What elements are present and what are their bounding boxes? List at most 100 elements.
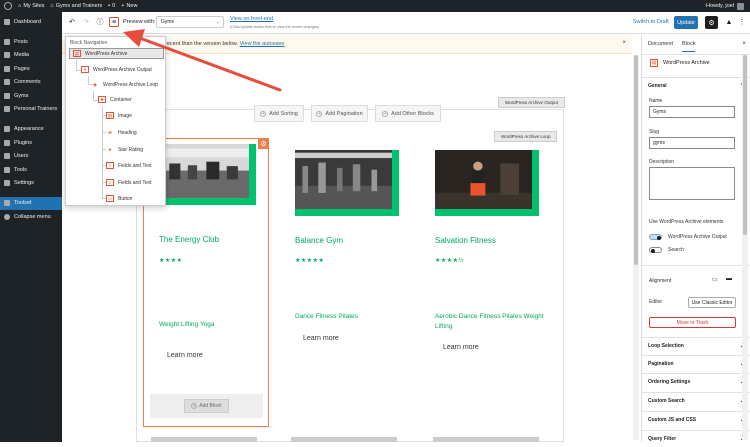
redo-button[interactable]: ↷ bbox=[81, 17, 91, 27]
wordpress-logo-icon[interactable] bbox=[4, 2, 12, 10]
gym-image bbox=[151, 437, 257, 442]
sidebar-item-gyms[interactable]: Gyms bbox=[0, 89, 62, 102]
gym-image[interactable] bbox=[295, 150, 399, 216]
media-icon bbox=[4, 52, 10, 59]
nav-item-fields-and-text[interactable]: ≡ Fields and Text bbox=[106, 160, 152, 171]
close-icon[interactable]: × bbox=[742, 41, 746, 47]
gym-photo bbox=[295, 150, 392, 209]
gym-card[interactable]: Salvation Fitness ★★★★½ Aerobic Dance Fi… bbox=[427, 138, 553, 358]
new-content-link[interactable]: + New bbox=[121, 3, 137, 9]
undo-button[interactable]: ↶ bbox=[67, 17, 77, 27]
sidebar-item-media[interactable]: Media bbox=[0, 49, 62, 62]
fields-block-icon: ≡ bbox=[106, 162, 114, 169]
nav-item-star-rating[interactable]: ★ Star Rating bbox=[106, 144, 143, 155]
sidebar-item-settings[interactable]: Settings bbox=[0, 176, 62, 189]
align-none-icon[interactable]: ▭ bbox=[712, 276, 718, 283]
gym-card[interactable]: Balance Gym ★★★★★ Dance Fitness Pilates … bbox=[287, 138, 413, 358]
archive-output-toggle[interactable] bbox=[649, 234, 662, 240]
section-custom-search[interactable]: Custom Search⌄ bbox=[642, 392, 750, 409]
wrench-icon bbox=[4, 166, 10, 173]
view-frontend-link[interactable]: View on front-end bbox=[230, 16, 273, 22]
gear-icon: ⚙ bbox=[708, 19, 715, 27]
sidebar-item-users[interactable]: Users bbox=[0, 150, 62, 163]
section-custom-js-css[interactable]: Custom JS and CSS⌄ bbox=[642, 411, 750, 428]
tab-document[interactable]: Document bbox=[648, 41, 673, 47]
slug-field[interactable]: gyms bbox=[649, 137, 735, 149]
nav-item-archive-loop[interactable]: ◉ WordPress Archive Loop bbox=[91, 79, 158, 90]
gym-image[interactable] bbox=[435, 150, 539, 216]
nav-item-archive-output[interactable]: ▾ WordPress Archive Output bbox=[81, 64, 152, 75]
align-wide-icon[interactable]: ▬ bbox=[726, 276, 732, 282]
add-other-blocks-button[interactable]: + Add Other Blocks bbox=[375, 105, 441, 122]
switch-to-draft-button[interactable]: Switch to Draft bbox=[633, 19, 669, 25]
learn-more-button[interactable]: Learn more bbox=[167, 352, 203, 359]
add-block-button[interactable]: + Add Block bbox=[184, 399, 229, 413]
plus-icon: + bbox=[260, 110, 267, 117]
sidebar-item-toolset[interactable]: Toolset bbox=[0, 196, 62, 211]
canvas-scrollbar[interactable] bbox=[633, 55, 639, 440]
toolset-icon: ▲ bbox=[725, 18, 733, 26]
house-icon: ⌂ bbox=[18, 3, 22, 9]
archive-output-tag[interactable]: WordPress Archive Output bbox=[498, 97, 565, 108]
move-to-trash-button[interactable]: Move to Trash bbox=[649, 317, 736, 328]
section-loop-selection[interactable]: Loop Selection⌄ bbox=[642, 337, 750, 354]
add-sorting-button[interactable]: + Add Sorting bbox=[254, 105, 304, 122]
sidebar-item-comments[interactable]: Comments bbox=[0, 76, 62, 89]
more-options-button[interactable]: ⋮ bbox=[737, 17, 747, 27]
add-pagination-button[interactable]: + Add Pagination bbox=[311, 105, 368, 122]
plus-icon: + bbox=[316, 110, 323, 117]
section-query-filter[interactable]: Query Filter⌄ bbox=[642, 430, 750, 447]
archive-block-icon: ▤ bbox=[650, 59, 658, 67]
gym-image[interactable] bbox=[160, 144, 256, 205]
sidebar-scrollbar[interactable] bbox=[742, 55, 748, 440]
sidebar-item-tools[interactable]: Tools bbox=[0, 163, 62, 176]
search-toggle[interactable] bbox=[649, 247, 662, 253]
output-block-icon: ▾ bbox=[81, 66, 89, 73]
image-block-icon: ▨ bbox=[106, 112, 114, 119]
sidebar-item-posts[interactable]: Posts bbox=[0, 35, 62, 48]
gym-tags: Aerobic Dance Fitness Pilates Weight Lif… bbox=[435, 313, 544, 330]
section-general[interactable]: General⌃ bbox=[642, 77, 750, 94]
nav-item-wordpress-archive[interactable]: ▤ WordPress Archive bbox=[69, 48, 164, 59]
info-button[interactable]: ⓘ bbox=[95, 17, 105, 27]
fields-block-icon: ≡ bbox=[106, 179, 114, 186]
use-classic-editor-button[interactable]: Use Classic Editor bbox=[688, 297, 736, 308]
learn-more-button[interactable]: Learn more bbox=[443, 344, 479, 351]
site-name-link[interactable]: ⌂ Gyms and Trainers bbox=[50, 3, 102, 9]
nav-item-heading[interactable]: H Heading bbox=[106, 127, 136, 138]
sidebar-item-appearance[interactable]: Appearance bbox=[0, 123, 62, 136]
gear-icon[interactable]: ⚙ bbox=[258, 138, 269, 149]
sidebar-item-pages[interactable]: Pages bbox=[0, 62, 62, 75]
learn-more-button[interactable]: Learn more bbox=[303, 335, 339, 342]
close-icon[interactable]: × bbox=[622, 40, 626, 46]
toolset-icon bbox=[4, 200, 10, 207]
comments-link[interactable]: ▪ 0 bbox=[108, 3, 115, 9]
update-button[interactable]: Update bbox=[674, 16, 698, 29]
my-sites-link[interactable]: ⌂ My Sites bbox=[18, 3, 44, 9]
block-navigation-button[interactable]: ≡ bbox=[109, 17, 119, 27]
nav-item-button[interactable]: ▭ Button bbox=[106, 193, 132, 204]
sidebar-item-personal-trainers[interactable]: Personal Trainers bbox=[0, 102, 62, 115]
toolset-button[interactable]: ▲ bbox=[724, 17, 734, 27]
archive-block-icon: ▤ bbox=[73, 50, 81, 57]
nav-item-image[interactable]: ▨ Image bbox=[106, 110, 132, 121]
loop-block-icon: ◉ bbox=[93, 81, 97, 87]
preview-select[interactable]: Gyms ⌄ bbox=[156, 16, 224, 28]
sidebar-item-dashboard[interactable]: Dashboard bbox=[0, 15, 62, 28]
admin-sidebar: Dashboard Posts Media Pages Comments Gym… bbox=[0, 12, 62, 442]
sidebar-item-plugins[interactable]: Plugins bbox=[0, 136, 62, 149]
pin-icon bbox=[4, 39, 10, 46]
sidebar-item-collapse[interactable]: Collapse menu bbox=[0, 210, 62, 223]
nav-item-fields-and-text[interactable]: ≡ Fields and Text bbox=[106, 177, 152, 188]
description-field[interactable] bbox=[649, 167, 735, 200]
section-ordering-settings[interactable]: Ordering Settings⌄ bbox=[642, 373, 750, 390]
name-field[interactable]: Gyms bbox=[649, 106, 735, 118]
tab-block[interactable]: Block bbox=[682, 41, 696, 52]
settings-toggle-button[interactable]: ⚙ bbox=[705, 16, 718, 29]
view-autosave-link[interactable]: View the autosave bbox=[240, 41, 285, 47]
account-menu[interactable]: Howdy, joel bbox=[706, 2, 744, 10]
nav-item-container[interactable]: ■ Container bbox=[98, 94, 132, 105]
section-pagination[interactable]: Pagination⌄ bbox=[642, 355, 750, 372]
block-navigation-header: Block Navigation bbox=[70, 40, 108, 46]
editor-toolbar: ↶ ↷ ⓘ ≡ Preview with: Gyms ⌄ View on fron… bbox=[62, 12, 750, 34]
